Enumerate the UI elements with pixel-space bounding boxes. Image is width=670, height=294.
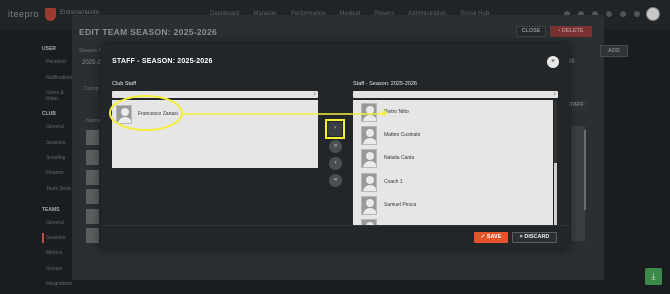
send-icon[interactable] — [606, 11, 612, 17]
staff-season-modal: STAFF - SEASON: 2025-2026 × Club Staff ⌕… — [101, 44, 569, 249]
save-label: SAVE — [486, 234, 502, 240]
season-staff-title: Staff - Season: 2025-2026 — [353, 81, 418, 87]
sidebar-heading-teams: TEAMS — [42, 207, 60, 213]
person-placeholder-icon — [116, 104, 132, 124]
player-thumbnail — [86, 209, 99, 224]
staff-name: Pietro Nitto — [384, 109, 409, 115]
player-thumbnail — [86, 189, 99, 204]
search-icon: ⌕ — [313, 91, 316, 97]
person-placeholder-icon — [361, 102, 377, 122]
player-thumbnail — [86, 130, 99, 145]
staff-name: Coach 1 — [384, 179, 403, 185]
sidebar-item-club-seasons[interactable]: Seasons — [46, 140, 65, 146]
sidebar-item-metrics[interactable]: Metrics — [46, 250, 62, 256]
move-right-button[interactable]: › — [328, 122, 342, 136]
tools-icon[interactable] — [620, 11, 626, 17]
sidebar-item-teams-seasons[interactable]: Seasons — [46, 235, 65, 241]
download-icon: ⤓ — [651, 271, 656, 281]
discard-button[interactable]: × DISCARD — [512, 232, 557, 243]
staff-name: Francesco Zanasi — [138, 111, 178, 117]
discard-label: DISCARD — [524, 234, 550, 240]
background-list — [571, 126, 585, 241]
check-icon: ✓ — [480, 234, 486, 240]
add-button[interactable]: ADD — [600, 45, 628, 57]
app-logo[interactable]: iteepro — [8, 9, 39, 19]
club-staff-item[interactable]: Francesco Zanasi — [116, 102, 206, 126]
sidebar-item-club-general[interactable]: General — [46, 124, 64, 130]
save-button[interactable]: ✓ SAVE — [474, 232, 508, 243]
staff-name: Natalia Cantu — [384, 155, 415, 161]
staff-name: Samuel Pesca — [384, 202, 417, 208]
search-icon: ⌕ — [553, 91, 556, 97]
sidebar-item-scouting[interactable]: Scouting — [46, 155, 65, 161]
sidebar-item-integrations[interactable]: Integrations — [46, 281, 72, 287]
season-staff-item[interactable]: Pietro Nitto — [361, 101, 481, 123]
season-staff-item[interactable] — [361, 217, 481, 225]
background-scrollbar[interactable] — [584, 130, 586, 210]
name-column-header: Name — [86, 118, 101, 124]
move-all-left-button[interactable]: « — [329, 174, 342, 187]
sidebar-active-indicator — [42, 233, 44, 243]
settings-sidebar: USER Personal Notifications Users & Role… — [36, 40, 73, 294]
modal-close-icon[interactable]: × — [547, 56, 559, 68]
modal-header: STAFF - SEASON: 2025-2026 × — [101, 44, 569, 77]
club-staff-search-input[interactable]: ⌕ — [112, 91, 318, 98]
season-name-input[interactable]: 2025-2 — [82, 60, 101, 66]
season-staff-item[interactable]: Natalia Cantu — [361, 147, 481, 169]
person-placeholder-icon — [361, 125, 377, 145]
player-thumbnail — [86, 170, 99, 185]
season-staff-item[interactable]: Coach 1 — [361, 171, 481, 193]
modal-body: Club Staff ⌕ Francesco Zanasi › » ‹ « St… — [101, 77, 569, 225]
club-staff-title: Club Staff — [112, 81, 137, 87]
modal-footer: ✓ SAVE × DISCARD — [101, 225, 569, 249]
sidebar-item-personal[interactable]: Personal — [46, 59, 66, 65]
user-avatar[interactable] — [646, 7, 660, 21]
sidebar-item-teams-general[interactable]: General — [46, 220, 64, 226]
delete-label: DELETE — [561, 28, 584, 34]
close-icon: × — [519, 234, 523, 240]
sidebar-item-finance[interactable]: Finance — [46, 170, 64, 176]
player-thumbnail — [86, 228, 99, 243]
person-placeholder-icon — [361, 148, 377, 168]
sidebar-item-notifications[interactable]: Notifications — [46, 75, 73, 81]
bell-icon[interactable] — [634, 11, 640, 17]
season-select[interactable]: 26 — [568, 59, 575, 65]
move-left-button[interactable]: ‹ — [329, 157, 342, 170]
season-staff-item[interactable]: Matteo Cusinato — [361, 124, 481, 146]
sidebar-heading-user: USER — [42, 46, 56, 52]
person-placeholder-icon — [361, 195, 377, 215]
sidebar-heading-club: CLUB — [42, 111, 56, 117]
sidebar-item-team-desk[interactable]: Team Desk — [46, 186, 71, 192]
download-button[interactable]: ⤓ — [645, 268, 662, 285]
season-staff-list: Pietro Nitto Matteo Cusinato Natalia Can… — [353, 100, 553, 225]
person-placeholder-icon — [361, 172, 377, 192]
panel-close-button[interactable]: CLOSE — [516, 26, 546, 37]
move-all-right-button[interactable]: » — [329, 140, 342, 153]
sidebar-item-groups[interactable]: Groups — [46, 266, 62, 272]
season-staff-item[interactable]: Samuel Pesca — [361, 194, 481, 216]
edit-panel-title: EDIT TEAM SEASON: 2025-2026 — [79, 27, 218, 37]
sidebar-item-users-roles[interactable]: Users & Roles — [46, 90, 72, 102]
club-badge-icon[interactable] — [45, 8, 56, 21]
player-thumbnail — [86, 150, 99, 165]
panel-delete-button[interactable]: ▪ DELETE — [550, 26, 592, 37]
season-staff-scrollbar-thumb[interactable] — [554, 101, 557, 163]
season-staff-search-input[interactable]: ⌕ — [353, 91, 558, 98]
staff-name: Matteo Cusinato — [384, 132, 421, 138]
competitions-label: Comp — [84, 86, 99, 92]
club-staff-list: Francesco Zanasi — [112, 100, 318, 168]
modal-title: STAFF - SEASON: 2025-2026 — [112, 58, 213, 65]
season-name-label: Season N — [79, 48, 104, 54]
